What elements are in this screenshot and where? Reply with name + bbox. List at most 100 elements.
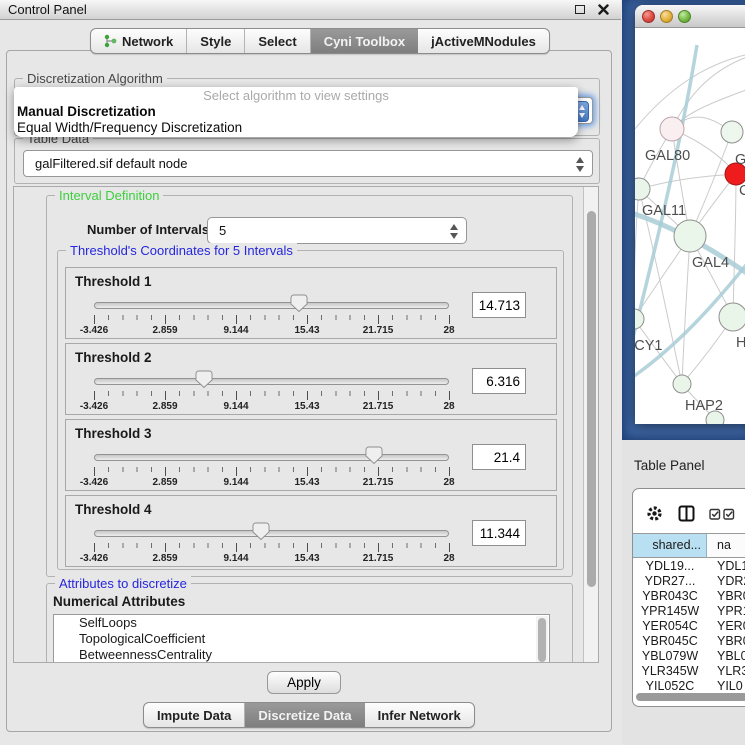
- close-icon[interactable]: [598, 4, 609, 15]
- cell-shared-name[interactable]: YBR043C: [633, 589, 707, 604]
- cell-shared-name[interactable]: YBL079W: [633, 649, 707, 664]
- cell-shared-name[interactable]: YDR27...: [633, 574, 707, 589]
- cell-name[interactable]: YPR1: [707, 604, 745, 619]
- table-row[interactable]: YBR043CYBR0: [633, 589, 745, 604]
- cell-shared-name[interactable]: YPR145W: [633, 604, 707, 619]
- column-header-name[interactable]: na: [707, 534, 745, 557]
- threshold-slider[interactable]: -3.4262.8599.14415.4321.71528: [94, 298, 449, 336]
- tab-impute-data[interactable]: Impute Data: [144, 703, 245, 727]
- cell-name[interactable]: YDL1: [707, 559, 745, 574]
- float-window-icon[interactable]: [575, 5, 585, 14]
- network-node[interactable]: [674, 220, 706, 252]
- table-row[interactable]: YPR145WYPR1: [633, 604, 745, 619]
- cell-shared-name[interactable]: YIL052C: [633, 679, 707, 694]
- cell-name[interactable]: YIL0: [707, 679, 743, 694]
- cell-name[interactable]: YBL0: [707, 649, 745, 664]
- cell-shared-name[interactable]: YBR045C: [633, 634, 707, 649]
- combobox-value: 5: [219, 223, 226, 238]
- slider-track[interactable]: [94, 378, 449, 385]
- table-row[interactable]: YER054CYER0: [633, 619, 745, 634]
- list-scrollbar[interactable]: [536, 616, 548, 663]
- gear-icon[interactable]: [646, 505, 663, 522]
- cell-shared-name[interactable]: YER054C: [633, 619, 707, 634]
- network-node[interactable]: [635, 309, 644, 329]
- attribute-list-item[interactable]: BetweennessCentrality: [54, 647, 549, 663]
- tab-infer-network[interactable]: Infer Network: [365, 703, 474, 727]
- network-edge[interactable]: [690, 132, 732, 236]
- slider-handle[interactable]: [290, 294, 307, 313]
- threshold-value-input[interactable]: [472, 444, 526, 470]
- tick-label: -3.426: [80, 553, 108, 564]
- attribute-list-item[interactable]: SelfLoops: [54, 615, 549, 631]
- checkbox-icon[interactable]: [709, 508, 722, 520]
- number-of-intervals-label: Number of Intervals: [87, 222, 209, 237]
- zoom-traffic-light[interactable]: [678, 10, 691, 23]
- cell-shared-name[interactable]: YDL19...: [633, 559, 707, 574]
- attribute-list-item[interactable]: TopologicalCoefficient: [54, 631, 549, 647]
- tab-cyni-toolbox[interactable]: Cyni Toolbox: [311, 29, 418, 53]
- slider-track[interactable]: [94, 302, 449, 309]
- dropdown-option-manual-discretization[interactable]: Manual Discretization: [14, 104, 578, 120]
- cell-name[interactable]: YLR3: [707, 664, 745, 679]
- scrollbar-thumb[interactable]: [538, 618, 546, 662]
- scrollbar-thumb[interactable]: [587, 211, 596, 587]
- slider-major-ticks: [94, 391, 450, 400]
- group-title: Discretization Algorithm: [23, 71, 167, 86]
- cell-name[interactable]: YBR0: [707, 589, 745, 604]
- combobox-stepper-icon[interactable]: [576, 157, 585, 172]
- slider-handle[interactable]: [252, 522, 269, 541]
- tab-discretize-data[interactable]: Discretize Data: [245, 703, 364, 727]
- tab-network[interactable]: Network: [91, 29, 187, 53]
- slider-handle[interactable]: [366, 446, 383, 465]
- table-data-combobox[interactable]: galFiltered.sif default node: [23, 150, 593, 177]
- dropdown-placeholder-option: Select algorithm to view settings: [14, 87, 578, 104]
- table-row[interactable]: YDL19...YDL1: [633, 559, 745, 574]
- network-edge[interactable]: [682, 236, 690, 384]
- network-edge[interactable]: [733, 174, 736, 317]
- table-row[interactable]: YBR045CYBR0: [633, 634, 745, 649]
- slider-track[interactable]: [94, 454, 449, 461]
- number-of-intervals-combobox[interactable]: 5: [207, 217, 467, 244]
- cell-name[interactable]: YBR0: [707, 634, 745, 649]
- table-horizontal-scrollbar[interactable]: [636, 693, 745, 701]
- combobox-stepper-icon[interactable]: [450, 224, 459, 239]
- tick-label: 15.43: [294, 401, 319, 412]
- slider-track[interactable]: [94, 530, 449, 537]
- cell-name[interactable]: YDR2: [707, 574, 745, 589]
- split-columns-icon[interactable]: [678, 505, 695, 522]
- network-edge[interactable]: [639, 174, 736, 189]
- threshold-value-input[interactable]: [472, 368, 526, 394]
- table-row[interactable]: YLR345WYLR3: [633, 664, 745, 679]
- threshold-value-input[interactable]: [472, 292, 526, 318]
- network-canvas[interactable]: GAL80GACGAL11GAL4GCY1HIHAP2: [635, 29, 745, 424]
- network-edge[interactable]: [635, 189, 639, 319]
- tab-jactivemnodules[interactable]: jActiveMNodules: [418, 29, 549, 53]
- threshold-value-input[interactable]: [472, 520, 526, 546]
- network-node[interactable]: [721, 121, 743, 143]
- close-traffic-light[interactable]: [642, 10, 655, 23]
- network-node[interactable]: [673, 375, 691, 393]
- minimize-traffic-light[interactable]: [660, 10, 673, 23]
- threshold-slider[interactable]: -3.4262.8599.14415.4321.71528: [94, 526, 449, 564]
- table-row[interactable]: YIL052CYIL0: [633, 679, 745, 694]
- tick-label: 21.715: [363, 477, 394, 488]
- threshold-slider[interactable]: -3.4262.8599.14415.4321.71528: [94, 374, 449, 412]
- table-row[interactable]: YDR27...YDR2: [633, 574, 745, 589]
- checkbox-icon[interactable]: [723, 508, 736, 520]
- numerical-attributes-list[interactable]: SelfLoopsTopologicalCoefficientBetweenne…: [53, 614, 550, 663]
- slider-handle[interactable]: [196, 370, 213, 389]
- dropdown-option-equal-width-frequency[interactable]: Equal Width/Frequency Discretization: [14, 120, 578, 136]
- threshold-slider[interactable]: -3.4262.8599.14415.4321.71528: [94, 450, 449, 488]
- tab-select[interactable]: Select: [245, 29, 310, 53]
- network-node[interactable]: [719, 303, 745, 331]
- tab-style[interactable]: Style: [187, 29, 245, 53]
- apply-button[interactable]: Apply: [267, 671, 341, 694]
- table-row[interactable]: YBL079WYBL0: [633, 649, 745, 664]
- tick-label: 9.144: [223, 401, 248, 412]
- tick-label: 2.859: [152, 553, 177, 564]
- cell-name[interactable]: YER0: [707, 619, 745, 634]
- network-node[interactable]: [660, 117, 684, 141]
- column-header-shared-name[interactable]: shared...: [633, 534, 707, 557]
- settings-scrollbar[interactable]: [583, 187, 598, 662]
- cell-shared-name[interactable]: YLR345W: [633, 664, 707, 679]
